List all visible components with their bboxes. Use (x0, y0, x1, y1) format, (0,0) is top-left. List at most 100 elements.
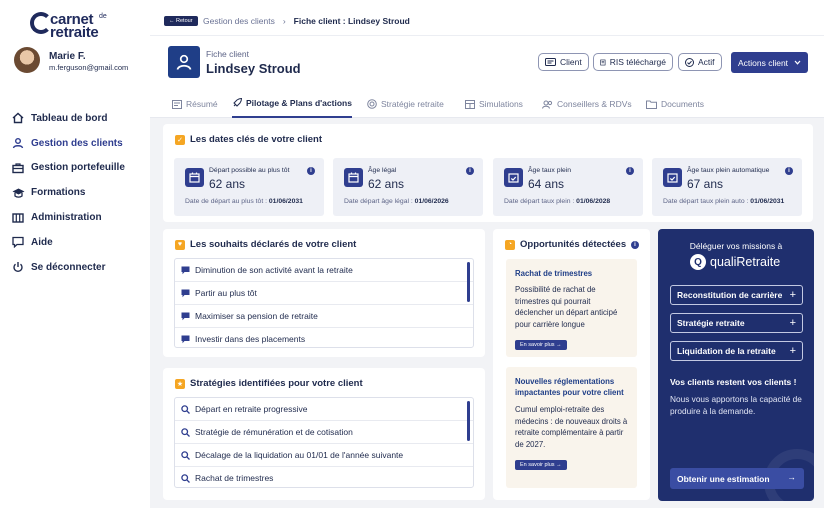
date-sub-label: Date départ âge légal : (344, 198, 413, 205)
id-card-icon (545, 58, 556, 66)
tab-documents[interactable]: Documents (646, 90, 704, 118)
calendar-check-icon (663, 168, 682, 187)
list-item: Investir dans des placements (175, 328, 473, 347)
tab-label: Simulations (479, 99, 523, 109)
back-button[interactable]: ← Retour (164, 16, 198, 26)
info-icon[interactable]: i (626, 167, 634, 175)
info-icon[interactable]: i (785, 167, 793, 175)
list-item: Maximiser sa pension de retraite (175, 305, 473, 328)
sidebar-item-gestion-portefeuille[interactable]: Gestion portefeuille (10, 156, 145, 181)
list-item: Stratégie de rémunération et de cotisati… (175, 421, 473, 444)
opportunity-title: Rachat de trimestres (515, 269, 593, 278)
mission-liquidation-button[interactable]: Liquidation de la retraite + (670, 341, 803, 361)
message-icon (180, 289, 190, 298)
scrollbar[interactable] (467, 262, 470, 302)
calendar-icon (185, 168, 204, 187)
user-name: Marie F. (49, 51, 86, 62)
date-value: 67 ans (687, 177, 724, 191)
opportunity-title: Nouvelles réglementations impactantes po… (515, 377, 624, 397)
strategies-list[interactable]: Départ en retraite progressive Stratégie… (174, 397, 474, 488)
date-sub: Date départ âge légal : 01/06/2026 (344, 198, 449, 205)
list-item-text: Rachat de trimestres (195, 473, 274, 483)
mission-label: Stratégie retraite (677, 318, 745, 328)
client-user-icon (168, 46, 200, 78)
strategies-card: ★ Stratégies identifiées pour votre clie… (163, 368, 485, 500)
wishes-card: ♥ Les souhaits déclarés de votre client … (163, 229, 485, 357)
sidebar-item-administration[interactable]: Administration (10, 205, 145, 230)
info-icon[interactable]: i (466, 167, 474, 175)
breadcrumb: Gestion des clients › Fiche client : Lin… (203, 16, 410, 26)
plus-icon: + (789, 289, 796, 301)
sidebar: carnet de retraite Marie F. m.ferguson@g… (0, 0, 150, 508)
qualiretraite-mark-icon: Q (690, 254, 706, 270)
check-circle-icon (685, 57, 694, 67)
date-value: 62 ans (368, 177, 405, 191)
info-icon[interactable]: i (631, 241, 639, 249)
client-actions-label: Actions client (737, 57, 789, 68)
list-item-text: Diminution de son activité avant la retr… (195, 265, 353, 275)
tab-conseillers-rdvs[interactable]: Conseillers & RDVs (542, 90, 632, 118)
client-label: Fiche client (206, 49, 249, 59)
list-item: Rachat de trimestres (175, 467, 473, 487)
scrollbar[interactable] (467, 401, 470, 441)
document-icon (600, 59, 606, 65)
client-name: Lindsey Stroud (206, 61, 301, 76)
mission-label: Reconstitution de carrière (677, 290, 783, 300)
client-actions-button[interactable]: Actions client (731, 52, 808, 73)
graduation-cap-icon (10, 187, 26, 199)
list-item-text: Départ en retraite progressive (195, 404, 308, 414)
search-icon (180, 404, 190, 414)
breadcrumb-current: Fiche client : Lindsey Stroud (293, 16, 410, 26)
opportunities-title-text: Opportunités détectées (520, 239, 627, 250)
checkbox-icon: ✓ (175, 134, 185, 145)
date-value: 62 ans (209, 177, 246, 191)
tab-label: Documents (661, 99, 704, 109)
sidebar-item-gestion-des-clients[interactable]: Gestion des clients (10, 131, 145, 156)
get-estimate-button[interactable]: Obtenir une estimation → (670, 468, 804, 489)
wishes-list[interactable]: Diminution de son activité avant la retr… (174, 258, 474, 348)
list-item-text: Partir au plus tôt (195, 288, 257, 298)
date-sub-value: 01/06/2031 (268, 198, 303, 205)
rss-icon: ◔ (505, 239, 515, 250)
delegate-text: Nous vous apportons la capacité de produ… (670, 394, 802, 416)
breadcrumb-gestion-des-clients[interactable]: Gestion des clients (203, 16, 275, 26)
ris-downloaded-pill[interactable]: RIS téléchargé (593, 53, 673, 71)
tab-strategie-retraite[interactable]: Stratégie retraite (367, 90, 444, 118)
sidebar-item-formations[interactable]: Formations (10, 180, 145, 205)
mission-reconstitution-button[interactable]: Reconstitution de carrière + (670, 285, 803, 305)
tab-simulations[interactable]: Simulations (465, 90, 523, 118)
sidebar-item-label: Administration (31, 212, 102, 224)
logo-mark (30, 12, 52, 34)
date-sub-label: Date départ taux plein auto : (663, 198, 749, 205)
key-dates-title: ✓ Les dates clés de votre client (175, 134, 322, 145)
date-box-auto-full-rate: Âge taux plein automatique 67 ans i Date… (652, 158, 802, 216)
tab-label: Conseillers & RDVs (557, 99, 632, 109)
search-icon (180, 450, 190, 460)
date-sub-label: Date de départ au plus tôt : (185, 198, 267, 205)
list-item: Décalage de la liquidation au 01/01 de l… (175, 444, 473, 467)
date-label: Âge légal (368, 167, 397, 174)
tab-pilotage[interactable]: Pilotage & Plans d'actions (232, 90, 352, 118)
learn-more-button[interactable]: En savoir plus → (515, 460, 567, 470)
learn-more-button[interactable]: En savoir plus → (515, 340, 567, 350)
date-sub-label: Date départ taux plein : (504, 198, 575, 205)
tab-resume[interactable]: Résumé (172, 90, 218, 118)
users-icon (542, 100, 553, 109)
sidebar-item-tableau-de-bord[interactable]: Tableau de bord (10, 106, 145, 131)
info-icon[interactable]: i (307, 167, 315, 175)
active-status-pill[interactable]: Actif (678, 53, 722, 71)
key-dates-card: ✓ Les dates clés de votre client Départ … (163, 124, 813, 222)
active-status-label: Actif (698, 57, 715, 67)
folder-icon (646, 100, 657, 109)
carnet-de-retraite-logo[interactable]: carnet de retraite (30, 11, 120, 41)
user-profile[interactable]: Marie F. m.ferguson@gmail.com (14, 47, 144, 75)
client-status-pill[interactable]: Client (538, 53, 589, 71)
date-box-earliest: Départ possible au plus tôt 62 ans i Dat… (174, 158, 324, 216)
mission-strategie-button[interactable]: Stratégie retraite + (670, 313, 803, 333)
back-button-label: Retour (176, 18, 193, 24)
date-sub: Date de départ au plus tôt : 01/06/2031 (185, 198, 303, 205)
strategies-title-text: Stratégies identifiées pour votre client (190, 378, 363, 389)
logo-text-retraite: retraite (50, 24, 99, 41)
sidebar-item-aide[interactable]: Aide (10, 230, 145, 255)
sidebar-item-se-deconnecter[interactable]: Se déconnecter (10, 255, 145, 280)
